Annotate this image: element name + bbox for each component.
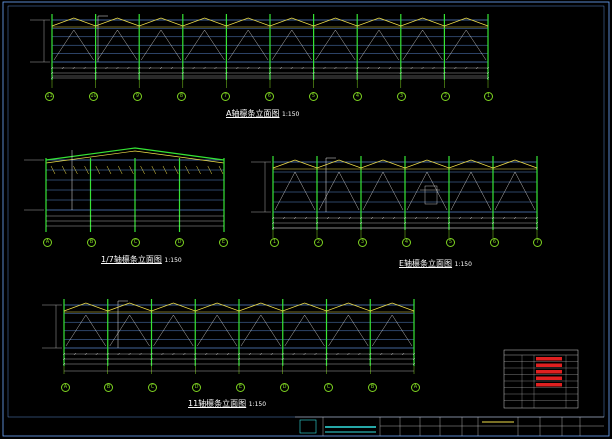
elevation-1-7-scale: 1:150 <box>164 257 182 264</box>
elevation-a-title: A轴檩条立面图 <box>226 109 280 118</box>
cad-drawing <box>2 1 610 437</box>
company-logo-icon <box>299 419 317 434</box>
brace-line <box>391 314 413 347</box>
axis-bubble: D <box>280 383 289 392</box>
brace-line <box>260 314 281 347</box>
table-red-cell <box>536 376 562 380</box>
brace-line <box>304 314 325 347</box>
axis-bubble: 1 <box>270 238 279 247</box>
brace-line <box>85 314 106 347</box>
axis-bubble: 2 <box>314 238 323 247</box>
brace-line <box>173 314 194 347</box>
brace-line <box>284 314 305 347</box>
brace-line <box>197 314 218 347</box>
axis-bubble: 11 <box>45 92 54 101</box>
axis-bubble: 1 <box>484 92 493 101</box>
table-red-cell <box>536 383 562 387</box>
brace-line <box>362 171 384 211</box>
brace-line <box>406 171 428 211</box>
brace-line <box>470 171 492 211</box>
axis-bubble: A <box>43 238 52 247</box>
axis-bubble: 10 <box>89 92 98 101</box>
axis-bubble: B <box>87 238 96 247</box>
axis-bubble: 6 <box>265 92 274 101</box>
axis-bubble: B <box>368 383 377 392</box>
elevation-1-7-title-group: 1/7轴檩条立面图 1:150 <box>101 254 182 265</box>
elevation-e-title-group: E轴檩条立面图 1:150 <box>399 258 472 269</box>
brace-line <box>338 171 360 211</box>
axis-bubble: B <box>104 383 113 392</box>
table-red-cell <box>536 357 562 361</box>
brace-line <box>494 171 516 211</box>
door-opening <box>424 185 438 205</box>
brace-line <box>109 314 130 347</box>
axis-bubble: 4 <box>353 92 362 101</box>
elevation-a-title-group: A轴檩条立面图 1:150 <box>226 108 299 119</box>
brace-line <box>450 171 472 211</box>
brace-line <box>216 314 238 347</box>
inner-border <box>7 5 605 418</box>
table-red-cell <box>536 370 562 374</box>
elevation-11-title: 11轴檩条立面图 <box>188 399 247 408</box>
axis-bubble: D <box>192 383 201 392</box>
brace-line <box>65 314 87 347</box>
brace-line <box>274 171 296 211</box>
axis-bubble: A <box>411 383 420 392</box>
brace-line <box>240 314 262 347</box>
axis-bubble: D <box>175 238 184 247</box>
brace-line <box>153 314 174 347</box>
brace-line <box>514 171 536 211</box>
drawing-canvas: A轴檩条立面图 1:150 1/7轴檩条立面图 1:150 E轴檩条立面图 1:… <box>0 0 612 439</box>
brace-line <box>318 171 340 211</box>
brace-line <box>382 171 404 211</box>
elevation-a-scale: 1:150 <box>282 111 300 118</box>
axis-bubble: C <box>324 383 333 392</box>
brace-line <box>129 314 150 347</box>
axis-bubble: E <box>236 383 245 392</box>
axis-bubble: C <box>131 238 140 247</box>
axis-bubble: 3 <box>358 238 367 247</box>
axis-bubble: 7 <box>221 92 230 101</box>
table-red-cell <box>536 363 562 367</box>
axis-bubble: 2 <box>441 92 450 101</box>
axis-bubble: 7 <box>533 238 542 247</box>
axis-bubble: E <box>219 238 228 247</box>
brace-line <box>372 314 393 347</box>
elevation-1-7-title: 1/7轴檩条立面图 <box>101 255 162 264</box>
axis-bubble: 9 <box>133 92 142 101</box>
brace-line <box>294 171 316 211</box>
axis-bubble: C <box>148 383 157 392</box>
axis-bubble: 3 <box>397 92 406 101</box>
brace-line <box>348 314 369 347</box>
brace-line <box>328 314 349 347</box>
elevation-e-title: E轴檩条立面图 <box>399 259 453 268</box>
elevation-11-title-group: 11轴檩条立面图 1:150 <box>188 398 266 409</box>
axis-bubble: 4 <box>402 238 411 247</box>
axis-bubble: 5 <box>446 238 455 247</box>
elevation-11-scale: 1:150 <box>248 401 267 408</box>
elevation-e-scale: 1:150 <box>454 261 472 268</box>
axis-bubble: 6 <box>490 238 499 247</box>
axis-bubble: 8 <box>177 92 186 101</box>
axis-bubble: A <box>61 383 70 392</box>
axis-bubble: 5 <box>309 92 318 101</box>
